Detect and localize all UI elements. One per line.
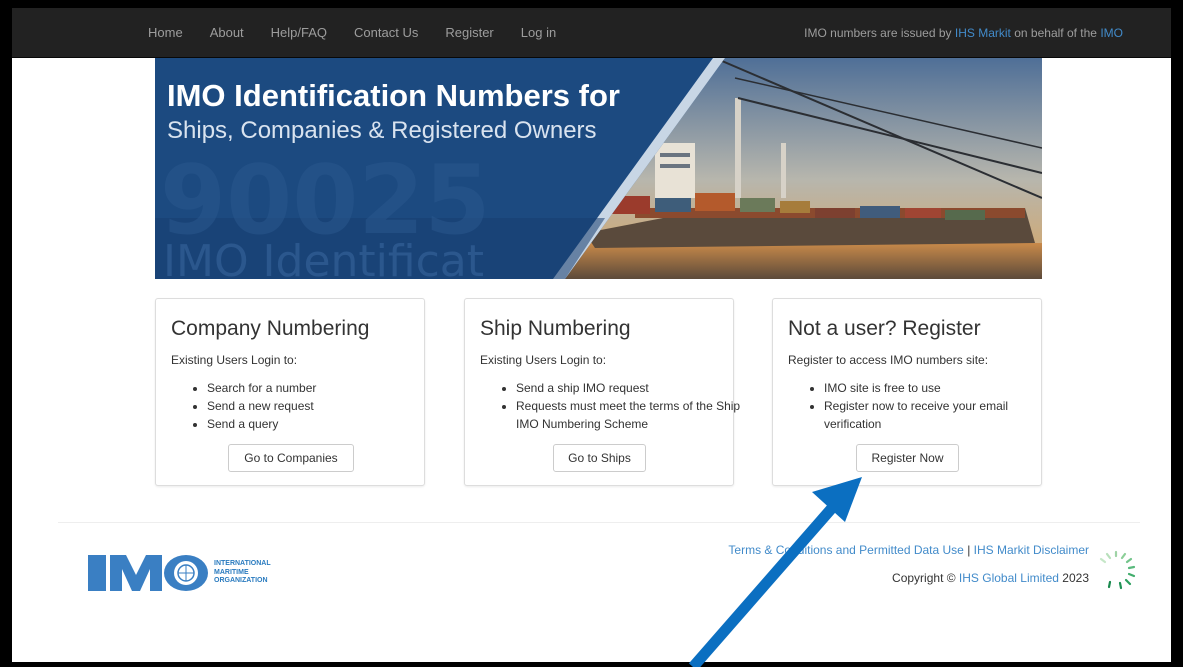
- ihs-markit-logo-icon: [1099, 550, 1136, 590]
- issuer-notice-prefix: IMO numbers are issued by: [804, 25, 952, 40]
- ihs-markit-link[interactable]: IHS Markit: [955, 26, 1011, 40]
- card-list: IMO site is free to use Register now to …: [788, 379, 1049, 433]
- imo-org-line: MARITIME: [214, 568, 249, 576]
- nav-contact-link[interactable]: Contact Us: [354, 25, 418, 40]
- imo-org-line: ORGANIZATION: [214, 577, 268, 584]
- register-now-button[interactable]: Register Now: [856, 444, 959, 472]
- copyright-text: Copyright © IHS Global Limited 2023: [892, 571, 1089, 585]
- card-title: Company Numbering: [171, 317, 370, 340]
- nav-about-link[interactable]: About: [210, 25, 244, 40]
- list-item: Search for a number: [207, 379, 432, 397]
- footer-separator: |: [963, 543, 974, 557]
- register-card: Not a user? Register Register to access …: [772, 298, 1042, 486]
- ihs-global-link[interactable]: IHS Global Limited: [959, 571, 1059, 585]
- screenshot-border-left: [0, 0, 12, 667]
- screenshot-border-right: [1171, 0, 1183, 667]
- banner-title: IMO Identification Numbers for: [167, 78, 620, 113]
- nav-links: Home About Help/FAQ Contact Us Register …: [148, 8, 583, 57]
- card-subtitle: Existing Users Login to:: [171, 353, 298, 367]
- card-list: Send a ship IMO request Requests must me…: [480, 379, 741, 433]
- ship-numbering-card: Ship Numbering Existing Users Login to: …: [464, 298, 740, 486]
- imo-organization-name: INTERNATIONAL MARITIME ORGANIZATION: [214, 560, 271, 586]
- list-item: Register now to receive your email verif…: [824, 397, 1049, 433]
- issuer-notice: IMO numbers are issued by IHS Markit on …: [804, 8, 1123, 57]
- go-to-companies-button[interactable]: Go to Companies: [228, 444, 354, 472]
- nav-login-link[interactable]: Log in: [521, 25, 556, 40]
- banner-subtitle: Ships, Companies & Registered Owners: [167, 117, 597, 144]
- terms-conditions-link[interactable]: Terms & Conditions and Permitted Data Us…: [728, 543, 963, 557]
- screenshot-border-bottom: [0, 662, 1183, 667]
- top-navbar: Home About Help/FAQ Contact Us Register …: [12, 8, 1171, 58]
- imo-link[interactable]: IMO: [1100, 26, 1123, 40]
- ihs-markit-disclaimer-link[interactable]: IHS Markit Disclaimer: [974, 543, 1089, 557]
- copyright-prefix: Copyright ©: [892, 571, 959, 585]
- card-subtitle: Register to access IMO numbers site:: [788, 353, 989, 367]
- imo-org-line: INTERNATIONAL: [214, 560, 271, 567]
- nav-register-link[interactable]: Register: [445, 25, 493, 40]
- nav-home-link[interactable]: Home: [148, 25, 183, 40]
- company-numbering-card: Company Numbering Existing Users Login t…: [155, 298, 425, 486]
- footer-divider: [58, 522, 1140, 523]
- issuer-notice-middle: on behalf of the: [1014, 25, 1097, 40]
- list-item: Send a ship IMO request: [516, 379, 741, 397]
- card-list: Search for a number Send a new request S…: [171, 379, 432, 433]
- list-item: Send a query: [207, 415, 432, 433]
- screenshot-border-top: [0, 0, 1183, 8]
- card-subtitle: Existing Users Login to:: [480, 353, 607, 367]
- footer-links: Terms & Conditions and Permitted Data Us…: [728, 543, 1089, 557]
- list-item: Send a new request: [207, 397, 432, 415]
- card-title: Ship Numbering: [480, 317, 631, 340]
- copyright-year: 2023: [1058, 571, 1089, 585]
- list-item: Requests must meet the terms of the Ship…: [516, 397, 741, 433]
- imo-logo: [88, 555, 208, 591]
- hero-banner: 90025 IMO Identificat IMO Identification…: [155, 58, 1042, 279]
- nav-help-faq-link[interactable]: Help/FAQ: [271, 25, 327, 40]
- list-item: IMO site is free to use: [824, 379, 1049, 397]
- card-title: Not a user? Register: [788, 317, 981, 340]
- banner-watermark-text: IMO Identificat: [163, 236, 484, 279]
- go-to-ships-button[interactable]: Go to Ships: [553, 444, 646, 472]
